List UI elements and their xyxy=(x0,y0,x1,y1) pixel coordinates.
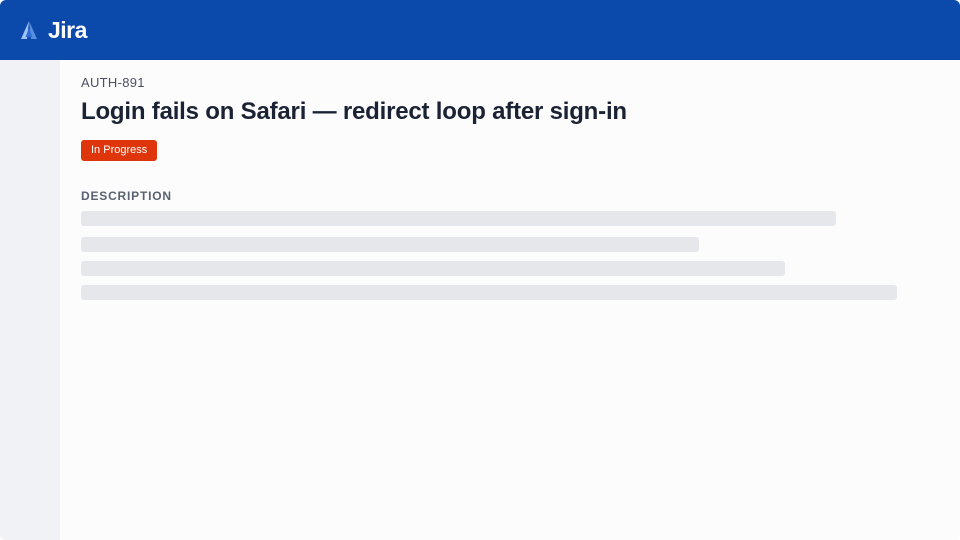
jira-logo-icon xyxy=(18,19,40,41)
description-heading: DESCRIPTION xyxy=(81,189,172,203)
jira-logo[interactable]: Jira xyxy=(18,17,87,44)
description-placeholder-line xyxy=(81,285,897,300)
jira-app-window: Jira AUTH-891 Login fails on Safari — re… xyxy=(0,0,960,540)
app-name: Jira xyxy=(48,16,87,43)
issue-detail-panel: AUTH-891 Login fails on Safari — redirec… xyxy=(60,60,960,540)
top-navigation-bar: Jira xyxy=(0,0,960,60)
description-placeholder-line xyxy=(81,237,699,252)
description-placeholder-line xyxy=(81,211,836,226)
description-placeholder-line xyxy=(81,261,785,276)
status-badge[interactable]: In Progress xyxy=(81,140,158,161)
issue-title[interactable]: Login fails on Safari — redirect loop af… xyxy=(81,98,627,126)
issue-key[interactable]: AUTH-891 xyxy=(81,75,145,90)
sidebar xyxy=(0,60,60,540)
